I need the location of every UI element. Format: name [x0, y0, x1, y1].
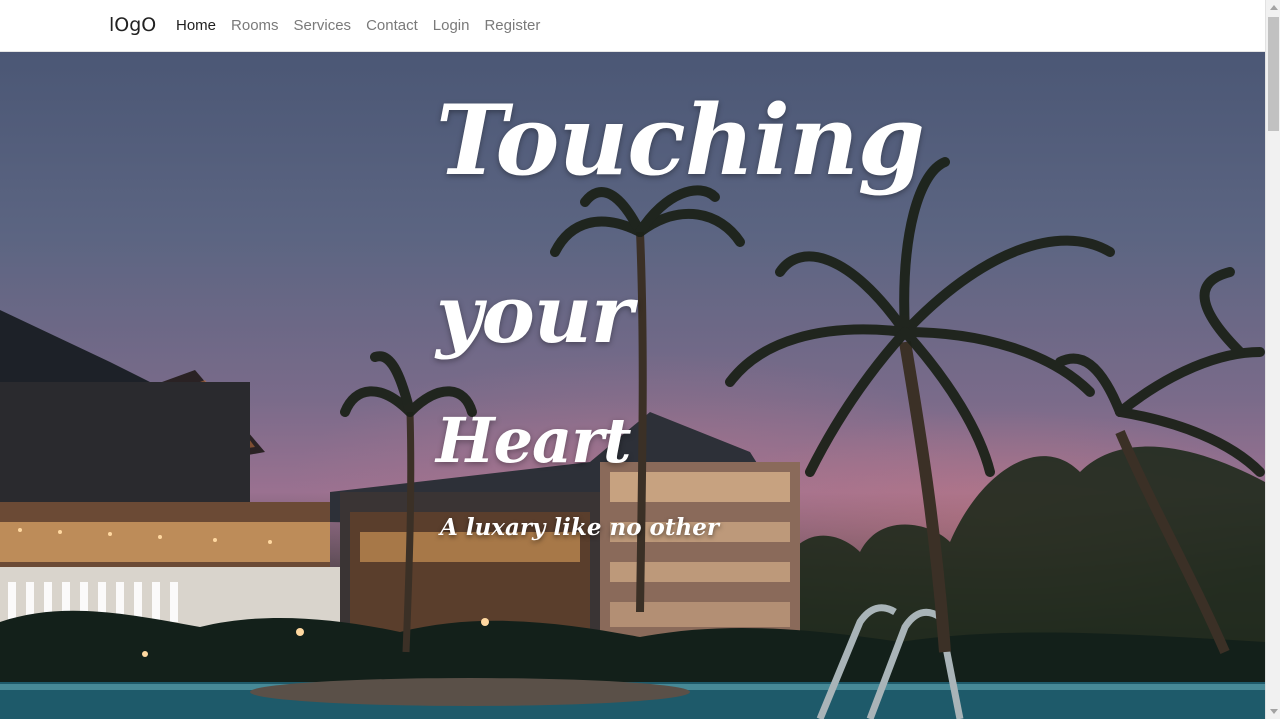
nav-item-services[interactable]: Services — [294, 17, 352, 34]
page-scrollbar[interactable] — [1265, 0, 1280, 719]
nav-item-contact[interactable]: Contact — [366, 17, 418, 34]
brand-logo[interactable]: lOgO — [109, 14, 156, 36]
nav-item-home[interactable]: Home — [176, 17, 216, 34]
scroll-up-arrow-icon[interactable] — [1270, 5, 1278, 10]
nav-item-login[interactable]: Login — [433, 17, 470, 34]
hero-headline-line2: your — [436, 267, 633, 361]
hero-tagline: A luxary like no other — [440, 514, 719, 541]
hero-section: Touching your Heart A luxary like no oth… — [0, 52, 1265, 719]
hero-headline-line3: Heart — [436, 404, 632, 477]
top-navbar: lOgO Home Rooms Services Contact Login R… — [0, 0, 1265, 52]
nav-item-register[interactable]: Register — [484, 17, 540, 34]
nav-links: Home Rooms Services Contact Login Regist… — [176, 17, 555, 34]
scroll-down-arrow-icon[interactable] — [1270, 709, 1278, 714]
hero-headline-line1: Touching — [436, 84, 925, 197]
scrollbar-thumb[interactable] — [1268, 17, 1279, 131]
nav-item-rooms[interactable]: Rooms — [231, 17, 279, 34]
